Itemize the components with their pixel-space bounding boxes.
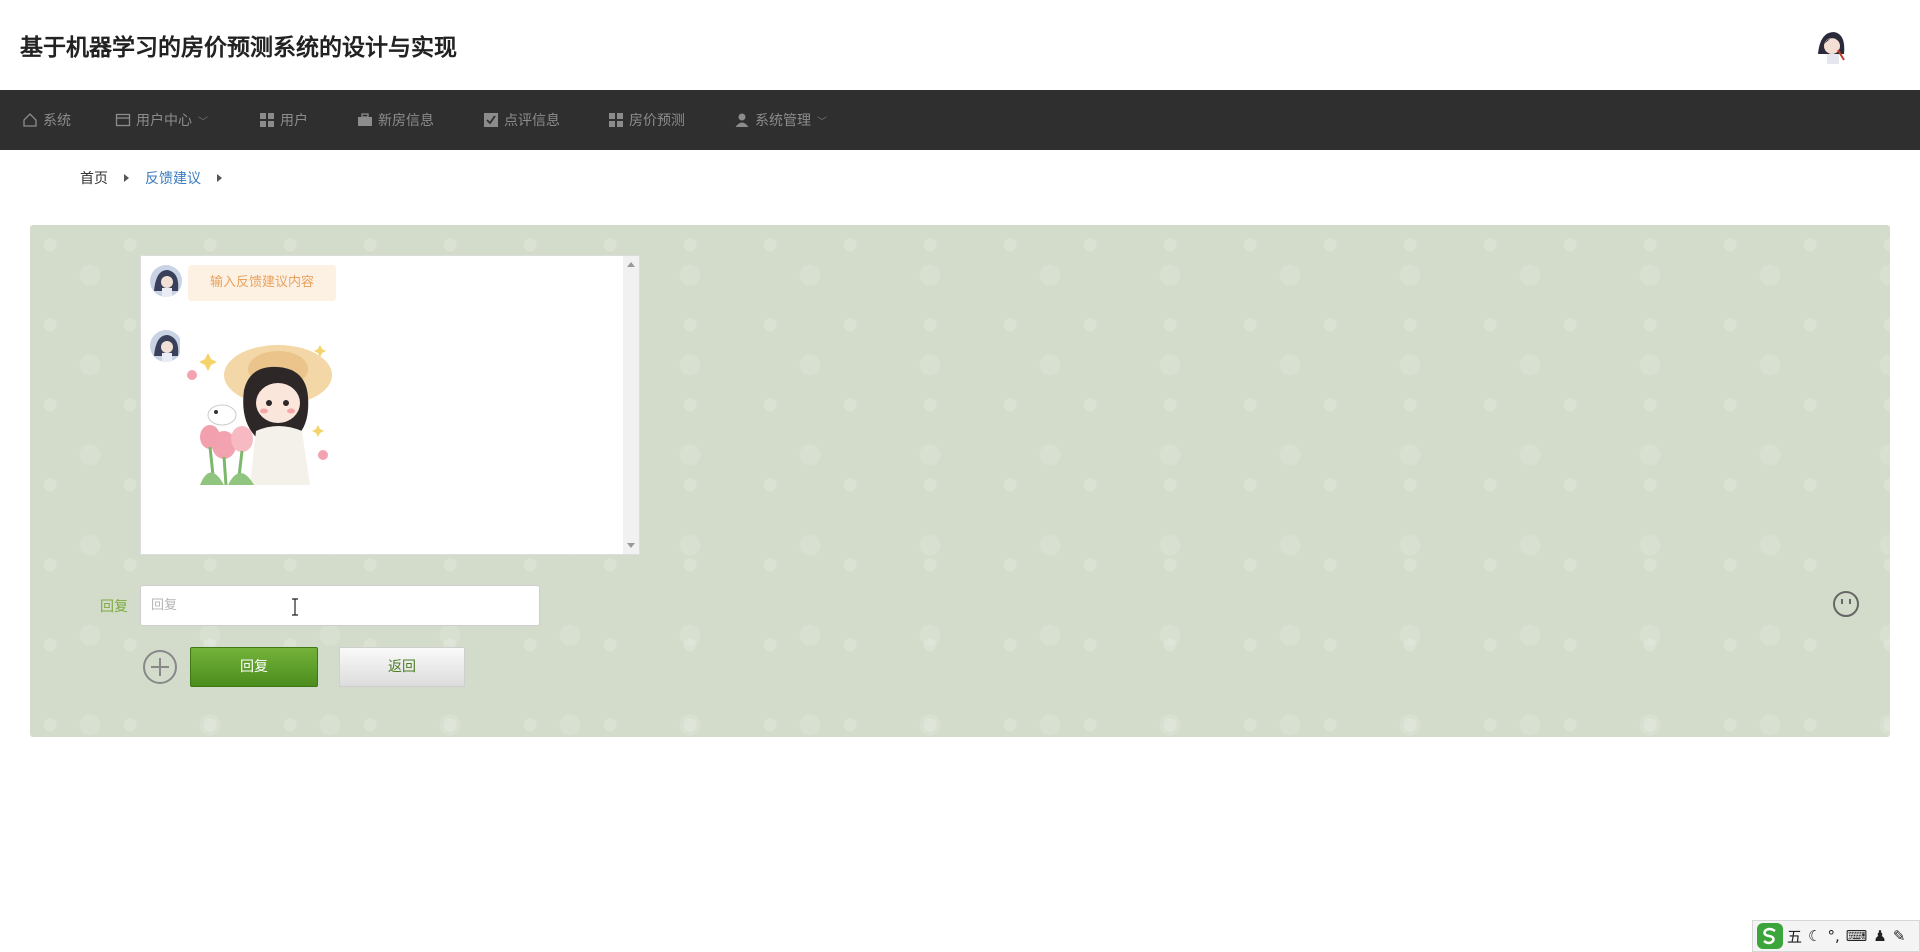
nav-item-user-center[interactable]: 用户中心 ﹀ (115, 90, 208, 150)
ime-mode[interactable]: 五 (1787, 926, 1802, 947)
chevron-down-icon: ﹀ (198, 116, 208, 128)
nav-item-new-houses[interactable]: 新房信息 (357, 90, 434, 150)
breadcrumb: 首页 反馈建议 (80, 168, 238, 188)
ime-toolbar[interactable]: 五 ☾ °, ⌨ ♟ ✎ (1752, 920, 1920, 952)
moon-icon[interactable]: ☾ (1808, 927, 1821, 945)
grid-icon (260, 113, 274, 127)
nav-item-reviews[interactable]: 点评信息 (483, 90, 560, 150)
header: 基于机器学习的房价预测系统的设计与实现 (0, 0, 1920, 90)
main-nav: 系统 用户中心 ﹀ 用户 新房信息 点评信息 房价预测 系统管理 ﹀ (0, 90, 1920, 150)
reply-input[interactable] (140, 585, 540, 626)
chevron-down-icon: ﹀ (817, 116, 827, 128)
chat-scrollbar[interactable] (623, 256, 639, 554)
message-image[interactable] (180, 335, 340, 486)
sogou-logo-icon[interactable] (1757, 923, 1783, 949)
message-bubble: 输入反馈建议内容 (188, 265, 337, 301)
back-button[interactable]: 返回 (339, 647, 465, 687)
message-avatar (150, 330, 182, 362)
nav-label: 系统管理 (755, 113, 811, 129)
nav-label: 用户中心 (136, 113, 192, 129)
breadcrumb-current[interactable]: 反馈建议 (145, 168, 201, 188)
add-attachment-icon[interactable] (142, 649, 178, 685)
nav-label: 系统 (43, 113, 71, 129)
site-title: 基于机器学习的房价预测系统的设计与实现 (20, 35, 457, 61)
keyboard-icon[interactable]: ⌨ (1846, 927, 1868, 945)
reply-button[interactable]: 回复 (190, 647, 318, 687)
nav-label: 用户 (280, 113, 308, 129)
checkbox-icon (484, 113, 498, 127)
caret-right-icon (124, 174, 129, 182)
nav-label: 房价预测 (629, 113, 685, 129)
nav-item-system[interactable]: 系统 (22, 90, 71, 150)
calendar-icon (115, 113, 131, 127)
scroll-up-icon[interactable] (627, 262, 635, 267)
briefcase-icon (358, 113, 372, 126)
scroll-down-icon[interactable] (627, 543, 635, 548)
message-avatar (150, 265, 182, 297)
caret-right-icon (217, 174, 222, 182)
breadcrumb-home[interactable]: 首页 (80, 168, 108, 188)
home-icon (23, 113, 37, 127)
person-icon (735, 113, 749, 127)
punctuation-icon[interactable]: °, (1827, 927, 1839, 945)
nav-label: 点评信息 (504, 113, 560, 129)
wrench-icon[interactable]: ✎ (1893, 927, 1906, 945)
nav-item-users[interactable]: 用户 (259, 90, 308, 150)
reply-label: 回复 (100, 599, 128, 615)
nav-item-system-management[interactable]: 系统管理 ﹀ (734, 90, 827, 150)
grid-icon (609, 113, 623, 127)
nav-label: 新房信息 (378, 113, 434, 129)
user-avatar[interactable] (1810, 24, 1852, 66)
nav-item-price-prediction[interactable]: 房价预测 (608, 90, 685, 150)
text-cursor-icon (292, 598, 298, 616)
user-icon[interactable]: ♟ (1873, 927, 1886, 945)
emoji-icon[interactable] (1832, 590, 1860, 618)
